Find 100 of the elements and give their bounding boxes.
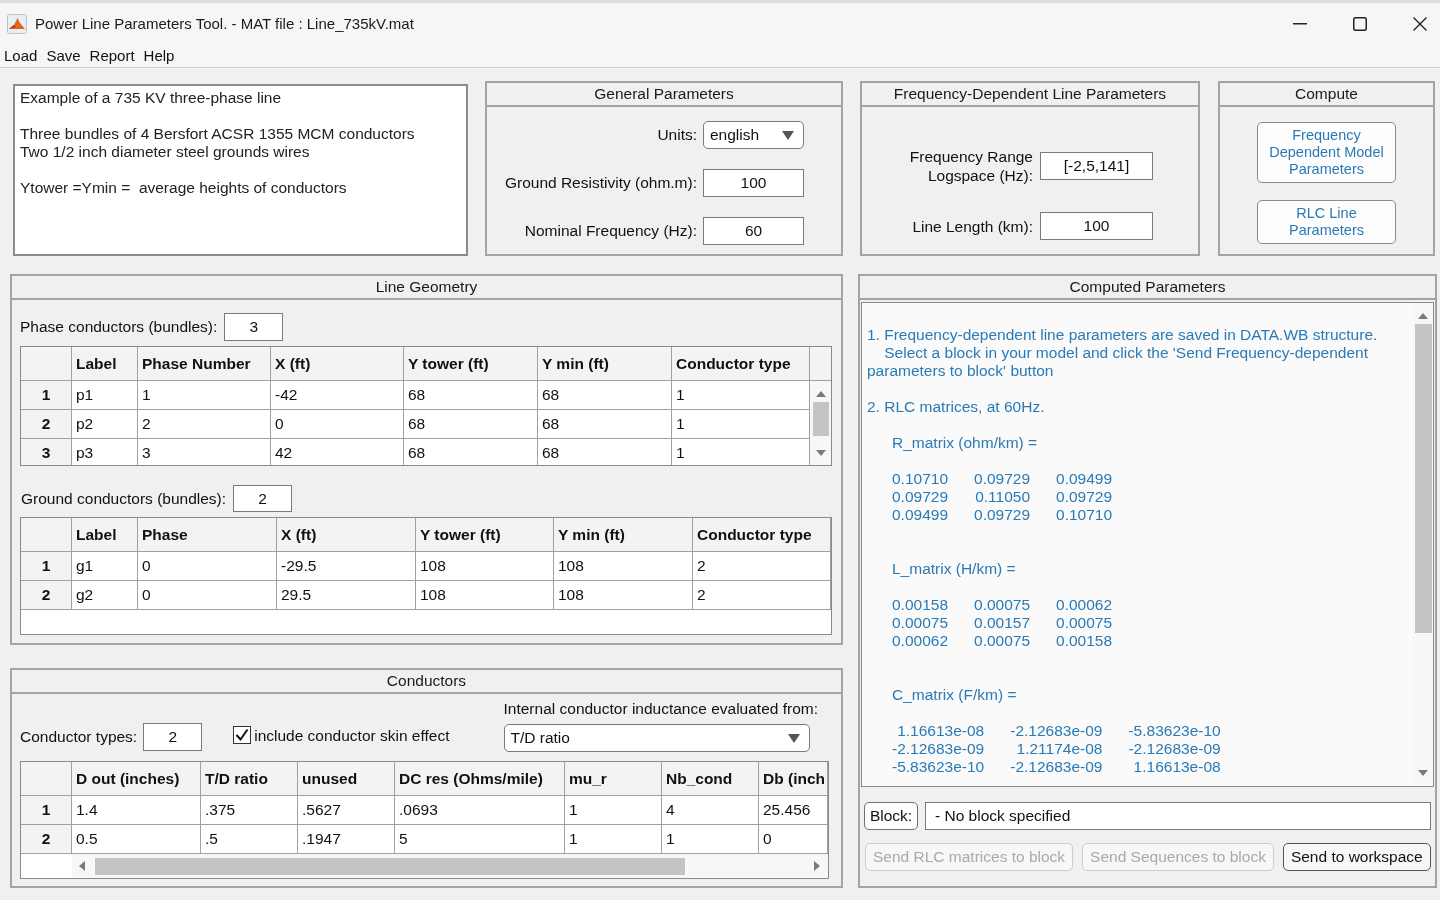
field-label: Phase conductors (bundles):: [20, 317, 218, 338]
matrix-value: 1.16613e-08: [896, 722, 985, 740]
matrix-value: 0.00062: [1056, 596, 1113, 614]
matrix-value: 0.10710: [1056, 506, 1113, 524]
table-cell: 1: [138, 381, 271, 410]
matrix-value: 0.09729: [974, 506, 1031, 524]
table-cell: .0693: [395, 796, 565, 825]
column-header: X (ft): [271, 347, 404, 381]
scroll-left-arrow-icon[interactable]: [79, 861, 85, 871]
table-cell: 2: [138, 410, 271, 439]
matrix-value: 0.00062: [892, 632, 949, 650]
column-header: Y min (ft): [538, 347, 672, 381]
matrix-label: R_matrix (ohm/km) =: [892, 434, 1038, 452]
input-field[interactable]: 2: [143, 723, 203, 751]
column-header: Y min (ft): [554, 518, 693, 552]
horizontal-scrollbar[interactable]: [72, 854, 828, 878]
matrix-value: 0.00075: [974, 632, 1031, 650]
column-header: Phase Number: [138, 347, 271, 381]
column-header: Label: [72, 518, 138, 552]
field-label: Units:: [657, 125, 697, 146]
input-field[interactable]: 3: [224, 313, 284, 341]
vertical-scrollbar[interactable]: [810, 381, 831, 465]
send-button[interactable]: Send to workspace: [1282, 843, 1431, 871]
column-header: D out (inches): [72, 762, 201, 796]
matrix-value: 0.00158: [1056, 632, 1113, 650]
input-field[interactable]: [-2,5,141]: [1040, 152, 1153, 180]
table-cell: 2: [693, 581, 831, 610]
matrix-value: 0.11050: [974, 488, 1031, 506]
table-cell: 108: [416, 552, 554, 581]
matrix-value: -2.12683e-09: [892, 740, 985, 758]
field-label: Frequency Range Logspace (Hz):: [909, 147, 1033, 185]
panel-title: Frequency-Dependent Line Parameters: [862, 83, 1198, 107]
input-field[interactable]: 60: [703, 217, 804, 245]
input-field[interactable]: 100: [1040, 212, 1153, 240]
block-field[interactable]: - No block specified: [925, 802, 1431, 830]
table-cell: 1: [565, 796, 662, 825]
table-cell: 3: [138, 439, 271, 465]
compute-button[interactable]: RLC Line Parameters: [1257, 200, 1396, 244]
matrix-value: -2.12683e-09: [1010, 758, 1103, 776]
column-header: DC res (Ohms/mile): [395, 762, 565, 796]
matrix-label: C_matrix (F/km) =: [892, 686, 1017, 704]
description-textbox[interactable]: Example of a 735 KV three-phase line Three bundles of 4 Bersfort ACSR 1355 MCM conductors Two 1/2 inch diameter steel grounds wires Ytower =Ymin = average heights of conductors: [13, 84, 468, 256]
block-button[interactable]: Block:: [864, 802, 918, 830]
scroll-down-arrow-icon[interactable]: [1418, 770, 1428, 776]
matrix-value: -5.83623e-10: [892, 758, 985, 776]
menu-item[interactable]: Load: [4, 44, 38, 68]
field-label: Conductor types:: [20, 727, 138, 748]
table-cell: 68: [404, 439, 538, 465]
column-header: mu_r: [565, 762, 662, 796]
table-cell: 1.4: [72, 796, 201, 825]
field-label: Nominal Frequency (Hz):: [524, 221, 697, 242]
scroll-up-arrow-icon[interactable]: [815, 391, 826, 397]
table-cell: 68: [538, 410, 672, 439]
menu-item[interactable]: Save: [46, 44, 81, 68]
table-cell: 68: [404, 381, 538, 410]
table-cell: -42: [271, 381, 404, 410]
field-label: Internal conductor inductance evaluated from:: [503, 698, 818, 719]
table-cell: 108: [416, 581, 554, 610]
matrix-value: 0.00075: [1056, 614, 1113, 632]
row-header-cell: 2: [21, 825, 72, 854]
checkbox-label[interactable]: include conductor skin effect: [254, 723, 450, 747]
matrix-label: L_matrix (H/km) =: [892, 560, 1016, 578]
dropdown[interactable]: english: [703, 121, 804, 149]
scroll-down-arrow-icon[interactable]: [815, 450, 826, 456]
checkbox[interactable]: [233, 726, 252, 745]
column-header: T/D ratio: [201, 762, 298, 796]
table-cell: .5627: [298, 796, 395, 825]
scroll-up-arrow-icon[interactable]: [1418, 313, 1428, 319]
menu-item[interactable]: Help: [143, 44, 175, 68]
table-cell: 0: [138, 581, 277, 610]
column-header: Db (inch: [759, 762, 828, 796]
matrix-value: 0.09499: [892, 506, 949, 524]
field-label: Line Length (km):: [912, 216, 1033, 236]
matrix-value: 0.09729: [892, 488, 949, 506]
table-cell: g1: [72, 552, 138, 581]
menu-item[interactable]: Report: [89, 44, 135, 68]
input-field[interactable]: 2: [233, 485, 293, 512]
field-label: Ground Resistivity (ohm.m):: [504, 173, 697, 194]
panel-title: Computed Parameters: [860, 276, 1435, 300]
panel-title: Line Geometry: [12, 276, 841, 300]
scrollbar-thumb[interactable]: [95, 857, 685, 875]
scroll-right-arrow-icon[interactable]: [814, 861, 820, 871]
table-cell: 68: [538, 381, 672, 410]
minimize-icon: [1293, 23, 1307, 25]
table-cell: 29.5: [277, 581, 416, 610]
table-cell: 108: [554, 552, 693, 581]
row-header-cell: 1: [21, 552, 72, 581]
scrollbar-thumb[interactable]: [1414, 324, 1432, 633]
column-header: Phase: [138, 518, 277, 552]
dropdown[interactable]: T/D ratio: [503, 724, 810, 752]
scrollbar-thumb[interactable]: [812, 402, 829, 436]
row-header-cell: 1: [21, 381, 72, 410]
result-note: 1. Frequency-dependent line parameters are saved in DATA.WB structure. Select a block in your model and click the 'Send Frequency-dependent parameters to block' button: [867, 326, 1378, 380]
column-header: Nb_cond: [662, 762, 759, 796]
compute-button[interactable]: Frequency Dependent Model Parameters: [1257, 122, 1396, 183]
input-field[interactable]: 100: [703, 169, 804, 197]
column-header: X (ft): [277, 518, 416, 552]
close-icon: [1413, 17, 1427, 31]
window-title: Power Line Parameters Tool. - MAT file : Line_735kV.mat: [35, 13, 414, 34]
table-cell: -29.5: [277, 552, 416, 581]
